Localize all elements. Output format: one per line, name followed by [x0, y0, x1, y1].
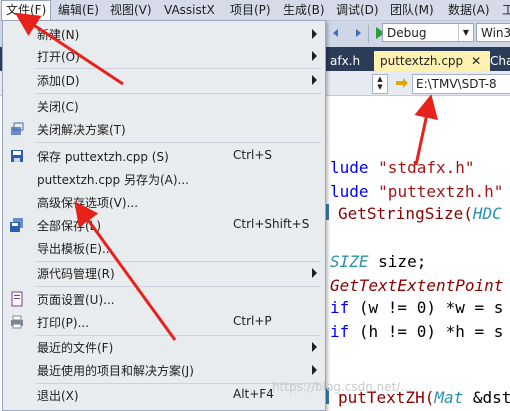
code-line: SIZE size; — [330, 252, 427, 271]
save-all-icon — [10, 218, 23, 232]
menu-item-recent-projects[interactable]: 最近使用的项目和解决方案(J) — [3, 359, 325, 381]
menu-item-new[interactable]: 新建(N) — [3, 23, 325, 45]
menu-bar: 文件(F) 编辑(E) 视图(V) VAssistX 项目(P) 生成(B) 调… — [0, 0, 510, 21]
scope-spinner[interactable]: ▲ ▼ — [372, 74, 388, 94]
menu-view[interactable]: 视图(V) — [106, 0, 156, 20]
menu-item-source-control[interactable]: 源代码管理(R) — [3, 262, 325, 284]
configuration-value: Debug — [387, 26, 427, 40]
submenu-arrow-icon — [312, 75, 317, 85]
menu-shortcut: Alt+F4 — [233, 387, 274, 401]
menu-item-label: 保存 puttextzh.cpp (S) — [37, 150, 169, 164]
menu-item-advanced-save[interactable]: 高级保存选项(V)... — [3, 191, 325, 213]
menu-build[interactable]: 生成(B) — [279, 0, 329, 20]
menu-item-label: 打开(O) — [37, 50, 80, 64]
menu-item-label: 高级保存选项(V)... — [37, 196, 139, 210]
file-menu-dropdown: 新建(N) 打开(O) 添加(D) 关闭(C) 关闭解决方案(T) 保存 put… — [2, 20, 326, 411]
menu-separator — [35, 286, 321, 287]
menu-item-label: 页面设置(U)... — [37, 293, 115, 307]
page-setup-icon — [11, 291, 23, 307]
menu-item-label: 全部保存(L) — [37, 219, 102, 233]
menu-item-label: 打印(P)... — [37, 316, 90, 330]
menu-item-label: 退出(X) — [37, 389, 79, 403]
undo-icon[interactable] — [330, 25, 346, 41]
menu-item-open[interactable]: 打开(O) — [3, 45, 325, 67]
tab-stdafx-h[interactable]: afx.h — [324, 51, 366, 71]
menu-edit[interactable]: 编辑(E) — [54, 0, 103, 20]
menu-item-page-setup[interactable]: 页面设置(U)... — [3, 288, 325, 310]
printer-icon — [11, 315, 23, 329]
code-line: GetTextExtentPoint — [330, 276, 504, 295]
configuration-select[interactable]: Debug ▼ — [382, 23, 474, 42]
menu-item-label: 导出模板(E)... — [37, 242, 114, 256]
menu-debug[interactable]: 调试(D) — [332, 0, 383, 20]
menu-file[interactable]: 文件(F) — [1, 0, 52, 21]
menu-item-label: 源代码管理(R) — [37, 267, 115, 281]
watermark-text: https://blog.csdn.net/... — [272, 380, 412, 394]
code-line: lude "stdafx.h" — [330, 158, 475, 177]
menu-item-recent-files[interactable]: 最近的文件(F) — [3, 336, 325, 358]
submenu-arrow-icon — [312, 51, 317, 61]
menu-item-label: 添加(D) — [37, 74, 80, 88]
close-icon[interactable]: ✕ — [471, 54, 481, 68]
menu-item-label: puttextzh.cpp 另存为(A)... — [37, 173, 189, 187]
tab-next[interactable]: Cha — [484, 51, 510, 71]
submenu-arrow-icon — [312, 365, 317, 375]
menu-separator — [35, 142, 321, 143]
menu-shortcut: Ctrl+P — [233, 314, 272, 328]
menu-item-close[interactable]: 关闭(C) — [3, 95, 325, 117]
code-line: if (w != 0) *w = s — [330, 298, 504, 317]
save-icon — [11, 150, 23, 162]
menu-separator — [35, 93, 321, 94]
menu-item-close-solution[interactable]: 关闭解决方案(T) — [3, 118, 325, 140]
menu-item-label: 最近的文件(F) — [37, 341, 114, 355]
toolbar-separator — [368, 25, 369, 43]
platform-select[interactable]: Win3 — [476, 23, 510, 42]
menu-item-label: 关闭解决方案(T) — [37, 123, 126, 137]
menu-item-save-all[interactable]: 全部保存(L) Ctrl+Shift+S — [3, 214, 325, 236]
submenu-arrow-icon — [312, 342, 317, 352]
menu-tools[interactable]: 工 — [498, 0, 510, 20]
submenu-arrow-icon — [312, 29, 317, 39]
tab-label: puttextzh.cpp — [380, 54, 464, 68]
menu-item-label: 关闭(C) — [37, 100, 79, 114]
redo-icon[interactable] — [348, 25, 364, 41]
menu-item-export-template[interactable]: 导出模板(E)... — [3, 237, 325, 259]
close-solution-icon — [11, 122, 24, 135]
menu-shortcut: Ctrl+Shift+S — [233, 217, 310, 231]
code-line: lude "puttextzh.h" — [330, 182, 504, 201]
menu-item-label: 新建(N) — [37, 28, 80, 42]
code-line: GetStringSize(HDC — [338, 204, 502, 223]
arrow-right-icon — [396, 78, 408, 88]
change-marker — [326, 204, 329, 220]
code-line: if (h != 0) *h = s — [330, 322, 504, 341]
menu-data[interactable]: 数据(A) — [444, 0, 494, 20]
menu-vassistx[interactable]: VAssistX — [160, 0, 219, 20]
menu-item-add[interactable]: 添加(D) — [3, 69, 325, 91]
platform-value: Win3 — [481, 26, 510, 40]
menu-shortcut: Ctrl+S — [233, 148, 273, 162]
menu-item-save-as[interactable]: puttextzh.cpp 另存为(A)... — [3, 168, 325, 190]
menu-team[interactable]: 团队(M) — [386, 0, 438, 20]
submenu-arrow-icon — [312, 268, 317, 278]
menu-item-label: 最近使用的项目和解决方案(J) — [37, 364, 194, 378]
chevron-down-icon[interactable]: ▼ — [458, 24, 473, 41]
menu-item-print[interactable]: 打印(P)... Ctrl+P — [3, 311, 325, 333]
menu-project[interactable]: 项目(P) — [226, 0, 275, 20]
tab-puttextzh-cpp[interactable]: puttextzh.cpp ✕ — [374, 51, 490, 71]
menu-item-save[interactable]: 保存 puttextzh.cpp (S) Ctrl+S — [3, 145, 325, 167]
navigation-path[interactable]: E:\TMV\SDT-8 — [412, 74, 510, 94]
